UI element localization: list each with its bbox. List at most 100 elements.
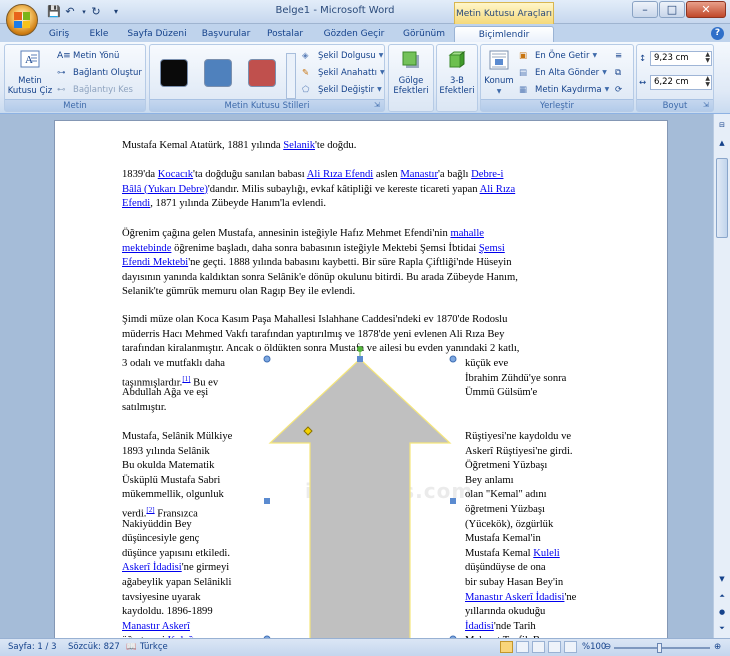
link-bala[interactable]: Bâlâ (Yukarı Debre) xyxy=(122,184,208,195)
ruler-toggle-icon[interactable]: ⊟ xyxy=(715,118,729,132)
dialog-launcher-icon[interactable]: ⇲ xyxy=(374,101,382,109)
style-swatch-blue[interactable] xyxy=(204,59,232,87)
link-efendi-mektebi[interactable]: Efendi Mektebi xyxy=(122,257,188,268)
width-spinner-icon[interactable]: ▲ ▼ xyxy=(705,76,710,88)
tab-bicimlendir[interactable]: Biçimlendir xyxy=(454,26,554,42)
right-col-line: küçük eve xyxy=(465,357,605,372)
styles-gallery-scroll[interactable] xyxy=(286,53,296,99)
group-metin-label: Metin xyxy=(5,99,145,111)
tab-sayfa-duzeni[interactable]: Sayfa Düzeni xyxy=(124,26,190,42)
tab-gorunum[interactable]: Görünüm xyxy=(398,26,450,42)
next-page-icon[interactable]: ⏷ xyxy=(715,621,729,635)
text-run: Üsküplü Mustafa Sabri xyxy=(122,474,221,486)
document-page[interactable]: Mustafa Kemal Atatürk, 1881 yılında Sela… xyxy=(54,120,668,638)
metin-kutusu-ciz-button[interactable]: A Metin Kutusu Çiz xyxy=(7,49,53,96)
paragraph-2: 1839'da Kocacık'ta doğduğu sanılan babas… xyxy=(122,169,516,210)
link-ali-riza-efendi[interactable]: Ali Rıza Efendi xyxy=(307,169,374,180)
height-spinner-icon[interactable]: ▲ ▼ xyxy=(705,52,710,64)
resize-handle-top-left[interactable] xyxy=(263,355,271,363)
golge-efektleri-button[interactable]: Gölge Efektleri xyxy=(390,49,432,96)
tab-giris[interactable]: Giriş xyxy=(44,26,74,42)
select-browse-object-icon[interactable]: ● xyxy=(715,605,729,619)
footnote-ref[interactable]: [2] xyxy=(146,506,154,514)
office-button[interactable] xyxy=(6,4,38,36)
style-swatch-black[interactable] xyxy=(160,59,188,87)
metin-kaydirma-button[interactable]: ▦ Metin Kaydırma ▼ xyxy=(519,82,609,97)
zoom-level[interactable]: %100 xyxy=(582,642,606,652)
draft-view-button[interactable] xyxy=(564,641,577,653)
link-ali-riza[interactable]: Ali Rıza xyxy=(480,184,516,195)
link-debre-i[interactable]: Debre-i xyxy=(471,169,503,180)
text-run: Mustafa, Selânik Mülkiye xyxy=(122,430,233,442)
rotate-button[interactable]: ⟳ xyxy=(615,82,628,97)
tab-gozden-gecir[interactable]: Gözden Geçir xyxy=(318,26,390,42)
close-button[interactable]: ✕ xyxy=(686,1,726,18)
align-button[interactable]: ≡ xyxy=(615,48,628,63)
konum-button[interactable]: Konum ▼ xyxy=(482,49,516,97)
footnote-ref[interactable]: [1] xyxy=(182,375,190,383)
inline-link[interactable]: Manastır Askerî xyxy=(122,621,190,632)
page-indicator[interactable]: Sayfa: 1 / 3 xyxy=(8,642,57,652)
sekil-dolgusu-button[interactable]: ◈ Şekil Dolgusu ▼ xyxy=(302,48,383,63)
language-indicator[interactable]: Türkçe xyxy=(140,642,168,652)
word-count[interactable]: Sözcük: 827 xyxy=(68,642,120,652)
group-objects-button[interactable]: ⧉ xyxy=(615,65,628,80)
link-selanik[interactable]: Selanik xyxy=(283,140,315,151)
left-col-line: satılmıştır. xyxy=(122,401,262,416)
scroll-thumb[interactable] xyxy=(716,158,728,238)
right-col-line: düşündüyse de ona xyxy=(465,561,605,576)
maximize-button[interactable]: □ xyxy=(659,1,685,18)
inline-link[interactable]: Askerî İdadisi xyxy=(122,562,182,573)
link-mektebinde[interactable]: mektebinde xyxy=(122,243,171,254)
group-boyut: ↕ 9,23 cm ▲ ▼ ↔ 6,22 cm ▲ ▼ Boyut ⇲ xyxy=(636,44,714,112)
resize-handle-left[interactable] xyxy=(264,498,270,504)
vertical-scrollbar[interactable]: ⊟ ▲ ▼ ⏶ ● ⏷ xyxy=(713,114,730,638)
inline-link[interactable]: Kuleli xyxy=(533,548,559,559)
tab-ekle[interactable]: Ekle xyxy=(84,26,114,42)
boyut-launcher-icon[interactable]: ⇲ xyxy=(703,101,711,109)
inline-link[interactable]: Manastır Askerî İdadisi xyxy=(465,592,564,603)
zoom-slider-track[interactable] xyxy=(614,647,710,649)
spelling-icon[interactable]: 📖 xyxy=(126,642,137,652)
baglanti-olustur-button[interactable]: ⊶ Bağlantı Oluştur xyxy=(57,65,142,80)
resize-handle-right[interactable] xyxy=(450,498,456,504)
zoom-out-icon[interactable]: ⊖ xyxy=(604,642,611,652)
scroll-down-icon[interactable]: ▼ xyxy=(715,572,729,586)
en-one-getir-button[interactable]: ▣ En Öne Getir ▼ xyxy=(519,48,597,63)
text-run: 3 odalı ve mutfaklı daha xyxy=(122,358,225,369)
link-kocacik[interactable]: Kocacık xyxy=(158,169,193,180)
help-icon[interactable]: ? xyxy=(711,27,724,40)
full-screen-reading-view-button[interactable] xyxy=(516,641,529,653)
sekil-anahatti-button[interactable]: ✎ Şekil Anahattı ▼ xyxy=(302,65,385,80)
resize-handle-top-right[interactable] xyxy=(449,355,457,363)
shape-height-field[interactable]: 9,23 cm ▲ ▼ xyxy=(650,51,712,66)
sekil-degistir-button[interactable]: ⬠ Şekil Değiştir ▼ xyxy=(302,82,382,97)
en-alta-gonder-button[interactable]: ▤ En Alta Gönder ▼ xyxy=(519,65,607,80)
up-arrow-shape[interactable] xyxy=(260,345,460,638)
minimize-button[interactable]: – xyxy=(632,1,658,18)
print-layout-view-button[interactable] xyxy=(500,641,513,653)
uc-b-efektleri-button[interactable]: 3-B Efektleri xyxy=(437,49,477,96)
left-col-line: düşüncesiyle genç xyxy=(122,532,262,547)
3d-effects-icon xyxy=(448,51,466,68)
web-layout-view-button[interactable] xyxy=(532,641,545,653)
baglantiyi-kes-button[interactable]: ⊷ Bağlantıyı Kes xyxy=(57,82,133,97)
link-manastir[interactable]: Manastır xyxy=(400,169,438,180)
tab-basvurular[interactable]: Başvurular xyxy=(198,26,254,42)
scroll-up-icon[interactable]: ▲ xyxy=(715,136,729,150)
left-col-line: ağabeylik yapan Selânikli xyxy=(122,576,262,591)
metin-yonu-button[interactable]: A≡ Metin Yönü xyxy=(57,48,119,63)
zoom-slider-thumb[interactable] xyxy=(657,643,662,653)
outline-view-button[interactable] xyxy=(548,641,561,653)
previous-page-icon[interactable]: ⏶ xyxy=(715,589,729,603)
resize-handle-top[interactable] xyxy=(357,356,363,362)
inline-link[interactable]: İdadisi xyxy=(465,621,494,632)
zoom-in-icon[interactable]: ⊕ xyxy=(714,642,721,652)
style-swatch-red[interactable] xyxy=(248,59,276,87)
link-efendi[interactable]: Efendi xyxy=(122,198,150,209)
rotate-handle-icon[interactable] xyxy=(357,346,363,352)
link-mahalle[interactable]: mahalle xyxy=(450,228,484,239)
link-semsi[interactable]: Şemsi xyxy=(479,243,505,254)
tab-postalar[interactable]: Postalar xyxy=(262,26,308,42)
shape-width-field[interactable]: 6,22 cm ▲ ▼ xyxy=(650,75,712,90)
